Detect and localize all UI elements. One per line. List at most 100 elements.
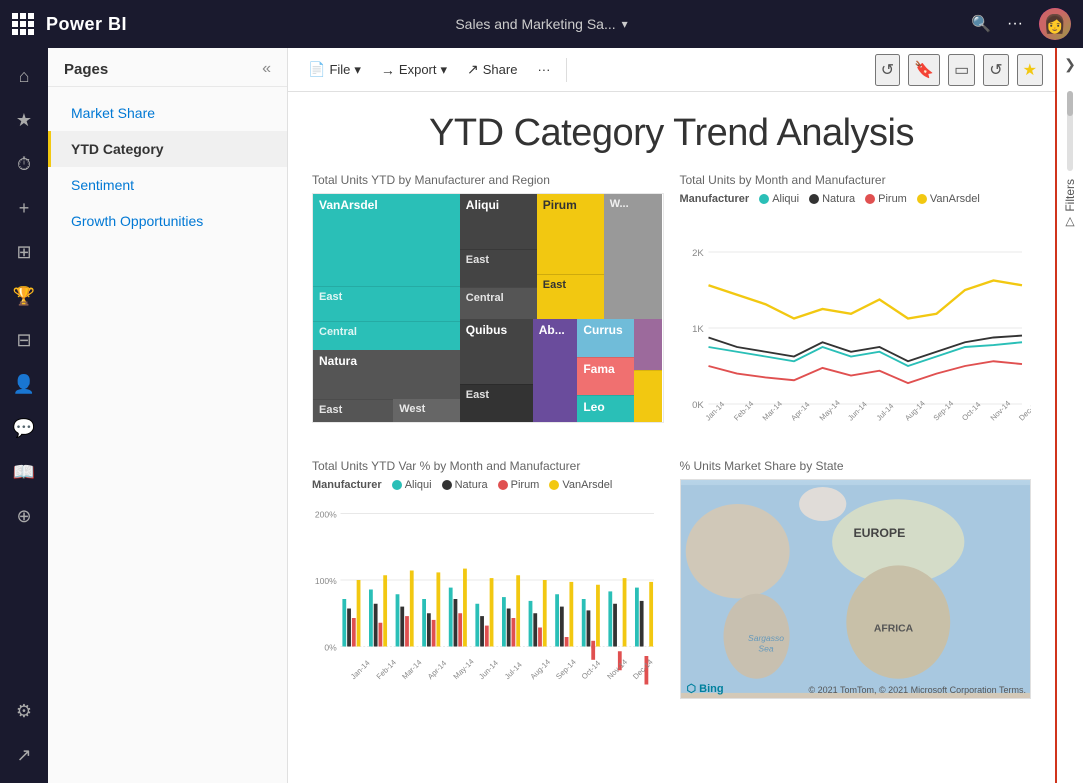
- bar-chart-area[interactable]: 200% 100% 0%: [312, 499, 664, 704]
- report-title-bar: Sales and Marketing Sa... ▾: [455, 16, 627, 32]
- tm-quibus[interactable]: Quibus: [460, 319, 533, 384]
- svg-text:1K: 1K: [692, 324, 704, 335]
- line-chart-legend: Manufacturer Aliqui Natura Pirum: [680, 193, 1032, 205]
- undo-button[interactable]: ↺: [875, 54, 900, 86]
- sidebar-item-metrics[interactable]: ⊟: [4, 320, 44, 360]
- treemap-container[interactable]: VanArsdel East Central Natura: [312, 193, 664, 423]
- search-button[interactable]: 🔍: [971, 14, 991, 34]
- tm-pirum-group: Pirum East: [537, 194, 604, 319]
- filters-chevron-icon[interactable]: ❯: [1064, 56, 1076, 73]
- treemap: VanArsdel East Central Natura: [313, 194, 663, 422]
- sidebar-item-recent[interactable]: ⏱: [4, 144, 44, 184]
- tm-vanarsdel-central[interactable]: Central: [313, 321, 460, 350]
- view-button[interactable]: ▭: [948, 54, 975, 86]
- sidebar-item-home[interactable]: ⌂: [4, 56, 44, 96]
- tm-ab-group: Ab...: [533, 319, 578, 422]
- charts-grid: Total Units YTD by Manufacturer and Regi…: [312, 173, 1031, 704]
- star-button[interactable]: ★: [1017, 54, 1043, 86]
- tm-aliqui-east[interactable]: East: [460, 249, 537, 286]
- sidebar-item-people[interactable]: 👤: [4, 364, 44, 404]
- svg-text:Nov-14: Nov-14: [988, 399, 1012, 423]
- tm-ab[interactable]: Ab...: [533, 319, 578, 422]
- svg-text:Jun-14: Jun-14: [477, 658, 500, 681]
- report-area[interactable]: YTD Category Trend Analysis Total Units …: [288, 92, 1055, 783]
- tm-natura-row: East West: [313, 399, 460, 422]
- scrollbar[interactable]: [1067, 91, 1073, 171]
- tm-aliqui-central[interactable]: Central: [460, 287, 537, 320]
- map-title: % Units Market Share by State: [680, 459, 1032, 473]
- filters-label[interactable]: ▽ Filters: [1063, 179, 1077, 230]
- line-chart-panel: Total Units by Month and Manufacturer Ma…: [680, 173, 1032, 443]
- sidebar-item-sentiment[interactable]: Sentiment: [48, 167, 287, 203]
- filters-panel[interactable]: ❯ ▽ Filters: [1055, 48, 1083, 783]
- bar-chart-panel: Total Units YTD Var % by Month and Manuf…: [312, 459, 664, 704]
- svg-text:May-14: May-14: [451, 657, 475, 681]
- svg-text:Mar-14: Mar-14: [400, 658, 423, 681]
- pages-title: Pages: [64, 61, 108, 78]
- tm-aliqui-main[interactable]: Aliqui: [460, 194, 537, 249]
- line-chart-title: Total Units by Month and Manufacturer: [680, 173, 1032, 187]
- sidebar-item-market-share[interactable]: Market Share: [48, 95, 287, 131]
- tm-leo[interactable]: Leo: [577, 395, 634, 422]
- tm-currus[interactable]: Currus: [577, 319, 634, 356]
- sidebar-item-learn[interactable]: 📖: [4, 452, 44, 492]
- sidebar-item-settings[interactable]: ⚙: [4, 691, 44, 731]
- map-container[interactable]: EUROPE AFRICA Sargasso Sea ⬡ Bing © 2021…: [680, 479, 1032, 699]
- sidebar-item-ytd-category[interactable]: YTD Category: [48, 131, 287, 167]
- tm-natura-west[interactable]: West: [393, 399, 460, 422]
- more-options-button[interactable]: ···: [529, 58, 558, 81]
- svg-text:Feb-14: Feb-14: [732, 399, 755, 422]
- tm-natura-east[interactable]: East: [313, 399, 393, 422]
- svg-text:Oct-14: Oct-14: [960, 400, 982, 422]
- tm-w[interactable]: W...: [604, 194, 663, 319]
- svg-text:Aug-14: Aug-14: [903, 399, 927, 423]
- legend-pirum: Pirum: [865, 193, 907, 205]
- toolbar: 📄 File ▾ → Export ▾ ↗ Share ··· ↺ 🔖 ▭ ↺ …: [288, 48, 1055, 92]
- share-icon: ↗: [467, 61, 479, 78]
- bookmark-button[interactable]: 🔖: [908, 54, 940, 86]
- bar-legend-vanarsdel: VanArsdel: [549, 479, 612, 491]
- brand-logo: Power BI: [46, 14, 127, 35]
- tm-vanarsdel-east[interactable]: East: [313, 286, 460, 322]
- tm-pirum-east[interactable]: East: [537, 274, 604, 319]
- tm-s1[interactable]: [634, 319, 662, 370]
- legend-aliqui: Aliqui: [759, 193, 799, 205]
- sidebar-item-expand[interactable]: ↗: [4, 735, 44, 775]
- file-button[interactable]: 📄 File ▾: [300, 57, 369, 82]
- sidebar-item-chat[interactable]: 💬: [4, 408, 44, 448]
- scrollbar-thumb[interactable]: [1067, 91, 1073, 116]
- tm-quibus-group: Quibus East: [460, 319, 533, 422]
- bar-legend-pirum: Pirum: [498, 479, 540, 491]
- treemap-title: Total Units YTD by Manufacturer and Regi…: [312, 173, 664, 187]
- tm-fama[interactable]: Fama: [577, 357, 634, 395]
- export-button[interactable]: → Export ▾: [373, 58, 455, 82]
- avatar-image: 👩: [1039, 8, 1071, 40]
- tm-s2[interactable]: [634, 370, 662, 422]
- sidebar-collapse-button[interactable]: «: [262, 60, 271, 78]
- sidebar-item-growth-opportunities[interactable]: Growth Opportunities: [48, 203, 287, 239]
- svg-text:Apr-14: Apr-14: [426, 659, 448, 681]
- tm-natura[interactable]: Natura: [313, 350, 460, 398]
- share-button[interactable]: ↗ Share: [459, 57, 525, 82]
- filters-icon: ▽: [1063, 216, 1077, 230]
- sidebar-item-favorites[interactable]: ★: [4, 100, 44, 140]
- svg-text:Mar-14: Mar-14: [760, 399, 783, 422]
- apps-grid-icon[interactable]: [12, 13, 34, 35]
- svg-text:2K: 2K: [692, 248, 704, 259]
- tm-pirum-main[interactable]: Pirum: [537, 194, 604, 274]
- more-button[interactable]: ···: [1007, 15, 1023, 33]
- avatar[interactable]: 👩: [1039, 8, 1071, 40]
- sidebar-item-workspaces[interactable]: ⊕: [4, 496, 44, 536]
- tm-vanarsdel-main[interactable]: VanArsdel: [313, 194, 460, 286]
- svg-text:Sep-14: Sep-14: [931, 399, 955, 423]
- bar-chart-svg: 200% 100% 0%: [312, 499, 664, 699]
- refresh-button[interactable]: ↺: [983, 54, 1008, 86]
- tm-quibus-east[interactable]: East: [460, 384, 533, 422]
- sidebar-item-create[interactable]: +: [4, 188, 44, 228]
- svg-text:Jul-14: Jul-14: [874, 402, 895, 423]
- pages-nav: Market Share YTD Category Sentiment Grow…: [48, 87, 287, 247]
- sidebar-item-goals[interactable]: 🏆: [4, 276, 44, 316]
- title-chevron-icon[interactable]: ▾: [622, 17, 628, 31]
- sidebar-item-apps[interactable]: ⊞: [4, 232, 44, 272]
- line-chart-container[interactable]: 2K 1K 0K Jan-14: [680, 213, 1032, 443]
